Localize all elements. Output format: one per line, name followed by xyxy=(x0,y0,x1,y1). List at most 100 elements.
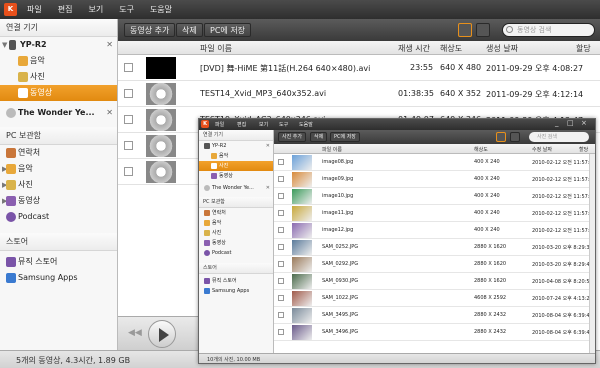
inset-device-second[interactable]: The Wonder Ye... ✕ xyxy=(199,183,273,193)
sidebar-item-music[interactable]: 음악 xyxy=(0,53,117,69)
sidebar-item-label: Samsung Apps xyxy=(18,273,78,282)
table-row[interactable]: image10.jpg 400 X 240 2010-02-12 오전 11:57:… xyxy=(274,188,595,205)
table-row[interactable]: SAM_0930.JPG 2880 X 1620 2010-04-08 오후 8:2… xyxy=(274,273,595,290)
sidebar-item-pc-photos[interactable]: ▶ 사진 xyxy=(0,177,117,193)
previous-icon[interactable]: ◀◀ xyxy=(128,328,142,338)
row-checkbox[interactable] xyxy=(278,193,284,199)
close-icon[interactable]: × xyxy=(581,119,587,127)
disconnect-icon[interactable]: ✕ xyxy=(106,37,113,53)
sidebar-item-music-store[interactable]: 뮤직 스토어 xyxy=(0,254,117,270)
table-row[interactable]: image09.jpg 400 X 240 2010-02-12 오전 11:57:… xyxy=(274,171,595,188)
sidebar-device-second[interactable]: The Wonder Ye... ✕ xyxy=(0,105,117,121)
inset-item-videos[interactable]: 동영상 xyxy=(199,171,273,181)
col-assign[interactable]: 할당 xyxy=(579,146,588,153)
sidebar-item-pc-videos[interactable]: ▶ 동영상 xyxy=(0,193,117,209)
row-checkbox[interactable] xyxy=(124,141,133,150)
inset-item-samsung-apps[interactable]: Samsung Apps xyxy=(199,286,273,296)
menu-tools[interactable]: 도구 xyxy=(119,4,134,15)
row-checkbox[interactable] xyxy=(278,278,284,284)
row-checkbox[interactable] xyxy=(124,167,133,176)
disconnect-icon[interactable]: ✕ xyxy=(106,105,113,121)
add-photo-button[interactable]: 사진 추가 xyxy=(278,132,306,142)
menu-edit[interactable]: 편집 xyxy=(58,4,73,15)
row-checkbox[interactable] xyxy=(278,176,284,182)
table-row[interactable]: image11.jpg 400 X 240 2010-02-12 오전 11:57:… xyxy=(274,205,595,222)
save-to-pc-button[interactable]: PC에 저장 xyxy=(204,23,252,37)
inset-search-input[interactable]: 사진 검색 xyxy=(529,132,589,142)
table-row[interactable]: TEST14_Xvid_MP3_640x352.avi 01:38:35 640… xyxy=(118,81,600,107)
inset-menu-edit[interactable]: 편집 xyxy=(237,121,246,128)
delete-button[interactable]: 삭제 xyxy=(310,132,328,142)
row-checkbox[interactable] xyxy=(278,261,284,267)
row-checkbox[interactable] xyxy=(124,63,133,72)
maximize-icon[interactable]: □ xyxy=(567,119,574,127)
inset-item-pc-videos[interactable]: 동영상 xyxy=(199,238,273,248)
inset-item-pc-music[interactable]: 음악 xyxy=(199,218,273,228)
sidebar-item-contacts[interactable]: 연락처 xyxy=(0,145,117,161)
menu-view[interactable]: 보기 xyxy=(88,4,103,15)
table-row[interactable]: SAM_1022.JPG 4608 X 2592 2010-07-24 오후 4:1… xyxy=(274,290,595,307)
inset-sidebar: 연결 기기 YP-R2 ✕ 음악 사진 동영상 The Wonder Ye...… xyxy=(199,130,274,353)
table-row[interactable]: SAM_0292.JPG 2880 X 1620 2010-03-20 오후 8:2… xyxy=(274,256,595,273)
sidebar-item-pc-music[interactable]: ▶ 음악 xyxy=(0,161,117,177)
list-view-icon[interactable] xyxy=(496,132,506,142)
inset-item-music[interactable]: 음악 xyxy=(199,151,273,161)
sidebar-item-videos[interactable]: 동영상 xyxy=(0,85,117,101)
inset-item-pc-photos[interactable]: 사진 xyxy=(199,228,273,238)
inset-device-yp-r2[interactable]: YP-R2 ✕ xyxy=(199,141,273,151)
collapse-icon[interactable]: ▼ xyxy=(2,37,7,53)
col-resolution[interactable]: 해상도 xyxy=(474,146,488,153)
inset-menu-file[interactable]: 파일 xyxy=(215,121,224,128)
table-row[interactable]: image12.jpg 400 X 240 2010-02-12 오전 11:57:… xyxy=(274,222,595,239)
row-checkbox[interactable] xyxy=(124,115,133,124)
add-video-button[interactable]: 동영상 추가 xyxy=(124,23,176,37)
table-row[interactable]: SAM_3495.JPG 2880 X 2432 2010-08-04 오후 6:3… xyxy=(274,307,595,324)
col-filename[interactable]: 파일 이름 xyxy=(322,146,342,153)
row-checkbox[interactable] xyxy=(278,244,284,250)
col-date[interactable]: 수정 날짜 xyxy=(532,146,552,153)
row-checkbox[interactable] xyxy=(278,329,284,335)
grid-view-icon[interactable] xyxy=(476,23,490,37)
table-row[interactable] xyxy=(118,133,198,159)
table-row[interactable]: [DVD] 舞-HiME 第11話(H.264 640×480).avi 23:… xyxy=(118,55,600,81)
sidebar-device-yp-r2[interactable]: ▼ YP-R2 ✕ xyxy=(0,37,117,53)
inset-menu-view[interactable]: 보기 xyxy=(259,121,268,128)
save-to-pc-button[interactable]: PC에 저장 xyxy=(330,132,360,142)
inset-item-contacts[interactable]: 연락처 xyxy=(199,208,273,218)
play-button[interactable] xyxy=(148,320,176,348)
row-checkbox[interactable] xyxy=(278,295,284,301)
col-date[interactable]: 생성 날짜 xyxy=(486,43,518,54)
sidebar-item-photos[interactable]: 사진 xyxy=(0,69,117,85)
disc-icon xyxy=(204,185,210,191)
col-resolution[interactable]: 해상도 xyxy=(440,43,462,54)
minimize-icon[interactable]: _ xyxy=(555,119,559,127)
sidebar-item-podcast[interactable]: Podcast xyxy=(0,209,117,225)
menu-help[interactable]: 도움말 xyxy=(150,4,172,15)
inset-menu-help[interactable]: 도움말 xyxy=(299,121,313,128)
row-checkbox[interactable] xyxy=(278,159,284,165)
inset-menu-tools[interactable]: 도구 xyxy=(279,121,288,128)
table-row[interactable]: SAM_0252.JPG 2880 X 1620 2010-03-20 오후 8:2… xyxy=(274,239,595,256)
disconnect-icon[interactable]: ✕ xyxy=(266,141,270,151)
row-checkbox[interactable] xyxy=(278,312,284,318)
row-checkbox[interactable] xyxy=(124,89,133,98)
sidebar-item-samsung-apps[interactable]: Samsung Apps xyxy=(0,270,117,286)
table-row[interactable]: SAM_3496.JPG 2880 X 2432 2010-08-04 오후 6:3… xyxy=(274,324,595,341)
row-checkbox[interactable] xyxy=(278,210,284,216)
inset-scrollbar[interactable] xyxy=(589,154,595,353)
col-filename[interactable]: 파일 이름 xyxy=(200,43,232,54)
row-checkbox[interactable] xyxy=(278,227,284,233)
table-row[interactable]: image08.jpg 400 X 240 2010-02-12 오전 11:57:… xyxy=(274,154,595,171)
grid-view-icon[interactable] xyxy=(510,132,520,142)
inset-item-podcast[interactable]: Podcast xyxy=(199,248,273,258)
menu-file[interactable]: 파일 xyxy=(27,4,42,15)
inset-item-music-store[interactable]: 뮤직 스토어 xyxy=(199,276,273,286)
delete-button[interactable]: 삭제 xyxy=(176,23,203,37)
table-row[interactable] xyxy=(118,159,198,185)
inset-item-photos[interactable]: 사진 xyxy=(199,161,273,171)
search-input[interactable]: 동영상 검색 xyxy=(502,23,595,37)
list-view-icon[interactable] xyxy=(458,23,472,37)
col-duration[interactable]: 재생 시간 xyxy=(398,43,430,54)
col-assign[interactable]: 할당 xyxy=(576,43,591,54)
disconnect-icon[interactable]: ✕ xyxy=(266,183,270,193)
